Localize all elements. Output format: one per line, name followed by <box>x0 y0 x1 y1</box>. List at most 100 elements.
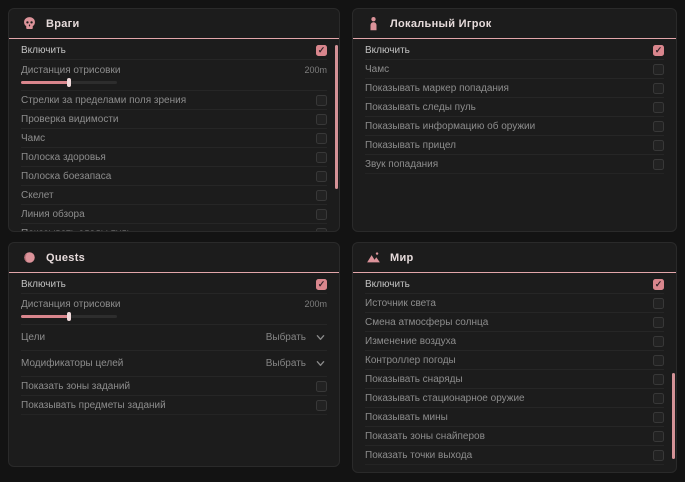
checkbox-label: Показывать снаряды <box>365 374 463 385</box>
person-icon <box>366 16 381 31</box>
setting-row-select: Модификаторы целей Выбрать <box>21 351 327 377</box>
panel-title: Мир <box>390 252 414 264</box>
checkbox-label: Показывать следы пуль <box>365 102 476 113</box>
panel-title: Локальный Игрок <box>390 18 492 30</box>
slider-knob[interactable] <box>67 78 71 87</box>
checkbox[interactable]: ✓ <box>316 45 327 56</box>
checkbox-label: Включить <box>365 45 410 56</box>
setting-row-checkbox: Включить ✓ <box>365 41 664 60</box>
checkbox[interactable] <box>316 152 327 163</box>
panel-header[interactable]: Quests <box>9 243 339 273</box>
checkbox[interactable] <box>316 171 327 182</box>
panel-world: Мир Включить ✓ Источник света Смена атмосфер… <box>352 242 677 473</box>
setting-row-checkbox: Скелет <box>21 186 327 205</box>
checkbox[interactable] <box>653 317 664 328</box>
checkbox[interactable] <box>316 114 327 125</box>
checkbox-label: Показывать маркер попадания <box>365 83 509 94</box>
setting-row-checkbox: Контроллер погоды <box>365 351 664 370</box>
setting-row-checkbox: Показывать прицел <box>365 136 664 155</box>
select-value: Выбрать <box>266 332 306 343</box>
checkbox[interactable] <box>653 412 664 423</box>
select-label: Цели <box>21 332 45 343</box>
panel-header[interactable]: Мир <box>353 243 676 273</box>
checkbox-label: Звук попадания <box>365 159 438 170</box>
checkbox[interactable] <box>653 64 664 75</box>
setting-row-checkbox: Звук попадания <box>365 155 664 174</box>
checkbox[interactable] <box>653 83 664 94</box>
checkbox-label: Включить <box>21 279 66 290</box>
setting-row-checkbox: Источник света <box>365 294 664 313</box>
panel-local-player: Локальный Игрок Включить ✓ Чамс Показывать м… <box>352 8 677 232</box>
checkbox-label: Включить <box>365 279 410 290</box>
setting-row-select: Цели Выбрать <box>21 325 327 351</box>
checkbox[interactable] <box>653 393 664 404</box>
scrollbar-thumb[interactable] <box>335 45 338 189</box>
checkbox-label: Полоска здоровья <box>21 152 106 163</box>
setting-row-slider: Дистанция отрисовки200m <box>21 294 327 325</box>
slider-value: 200m <box>304 299 327 309</box>
checkbox-label: Показывать мины <box>365 412 448 423</box>
checkbox[interactable] <box>653 140 664 151</box>
checkbox-label: Стрелки за пределами поля зрения <box>21 95 186 106</box>
checkbox[interactable] <box>316 133 327 144</box>
setting-row-checkbox: Изменение воздуха <box>365 332 664 351</box>
select-dropdown[interactable]: Выбрать <box>264 355 327 372</box>
skull-icon <box>22 16 37 31</box>
checkbox-label: Смена атмосферы солнца <box>365 317 488 328</box>
setting-row-checkbox: Показывать маркер попадания <box>365 79 664 98</box>
checkbox-label: Показывать информацию об оружии <box>365 121 535 132</box>
panel-body: Включить ✓ Чамс Показывать маркер попадания… <box>353 39 676 174</box>
checkbox-label: Показывать стационарное оружие <box>365 393 525 404</box>
setting-row-checkbox: Смена атмосферы солнца <box>365 313 664 332</box>
panel-header[interactable]: Локальный Игрок <box>353 9 676 39</box>
panel-title: Враги <box>46 18 80 30</box>
checkbox-label: Показать точки выхода <box>365 450 472 461</box>
checkbox-label: Скелет <box>21 190 54 201</box>
mountain-icon <box>366 250 381 265</box>
checkbox[interactable] <box>316 190 327 201</box>
checkbox[interactable] <box>316 400 327 411</box>
checkbox-label: Показывать прицел <box>365 140 456 151</box>
checkbox[interactable] <box>653 355 664 366</box>
checkbox[interactable] <box>653 121 664 132</box>
checkbox[interactable] <box>653 431 664 442</box>
slider-fill <box>21 81 69 84</box>
setting-row-checkbox: Проверка видимости <box>21 110 327 129</box>
setting-row-slider: Дистанция отрисовки 200m <box>21 60 327 91</box>
setting-row-checkbox: Показывать следы пуль <box>21 224 327 232</box>
checkbox[interactable]: ✓ <box>653 279 664 290</box>
checkbox[interactable]: ✓ <box>316 279 327 290</box>
checkbox[interactable] <box>653 336 664 347</box>
checkbox[interactable] <box>653 102 664 113</box>
distance-slider[interactable] <box>21 315 117 318</box>
distance-slider[interactable] <box>21 81 117 84</box>
checkbox[interactable] <box>653 159 664 170</box>
checkbox-label: Чамс <box>21 133 45 144</box>
select-dropdown[interactable]: Выбрать <box>264 329 327 346</box>
setting-row-checkbox: Показывать предметы заданий <box>21 396 327 415</box>
checkbox-label: Включить <box>21 45 66 56</box>
checkbox-label: Полоска боезапаса <box>21 171 111 182</box>
checkbox[interactable] <box>653 374 664 385</box>
chevron-down-icon <box>316 359 325 368</box>
checkbox-label: Чамс <box>365 64 389 75</box>
slider-value: 200m <box>304 65 327 75</box>
scrollbar-thumb[interactable] <box>672 373 675 459</box>
panel-body: Включить ✓ Источник света Смена атмосферы с… <box>353 273 676 465</box>
checkbox[interactable] <box>316 209 327 220</box>
slider-knob[interactable] <box>67 312 71 321</box>
select-label: Модификаторы целей <box>21 358 123 369</box>
setting-row-checkbox: Линия обзора <box>21 205 327 224</box>
setting-row-checkbox: Включить ✓ <box>365 275 664 294</box>
checkbox[interactable] <box>653 450 664 461</box>
checkbox[interactable] <box>316 95 327 106</box>
setting-row-checkbox: Показывать стационарное оружие <box>365 389 664 408</box>
checkbox[interactable] <box>653 298 664 309</box>
setting-row-checkbox: Включить ✓ <box>21 41 327 60</box>
panel-header[interactable]: Враги <box>9 9 339 39</box>
checkbox[interactable]: ✓ <box>653 45 664 56</box>
slider-label: Дистанция отрисовки <box>21 65 120 76</box>
panel-body: Включить ✓ Дистанция отрисовки 200m Стрелки … <box>9 39 339 232</box>
checkbox[interactable] <box>316 228 327 233</box>
checkbox[interactable] <box>316 381 327 392</box>
